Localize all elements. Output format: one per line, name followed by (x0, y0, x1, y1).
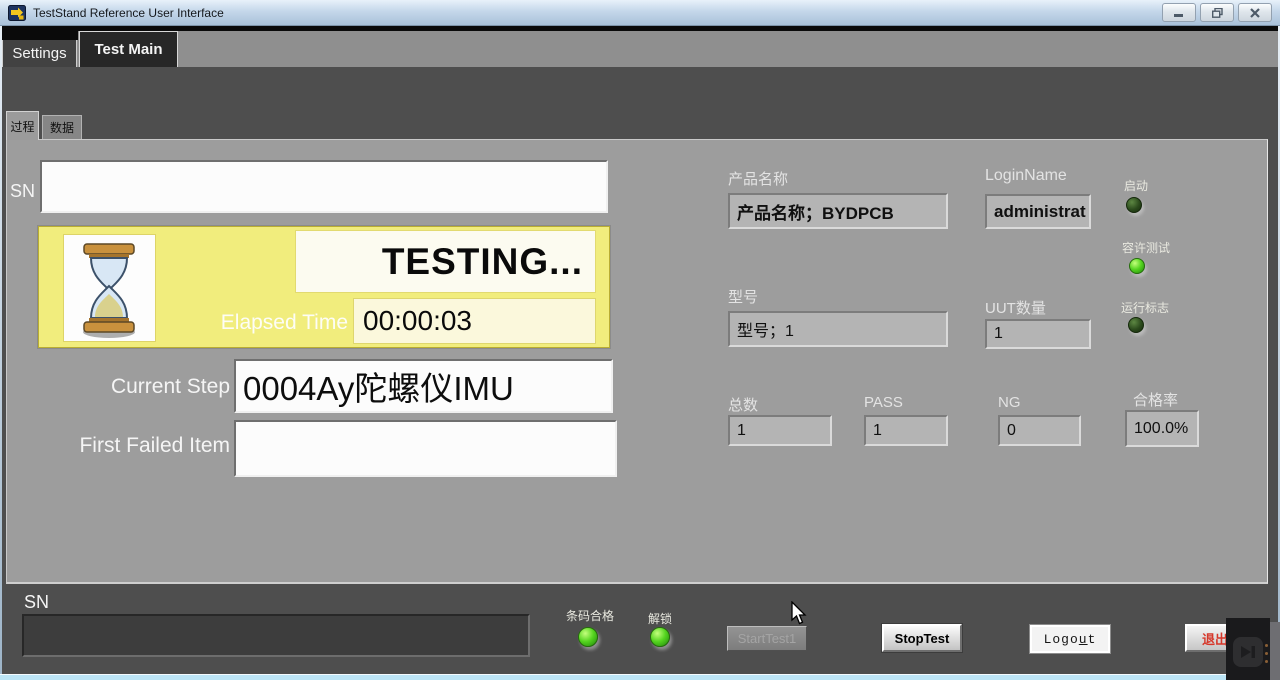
total-value: 1 (737, 422, 746, 440)
barcode-ok-led-label: 条码合格 (566, 607, 614, 624)
logout-button[interactable]: Logout (1029, 624, 1111, 654)
close-button[interactable] (1238, 3, 1272, 22)
restore-button[interactable] (1200, 3, 1234, 22)
overflow-dot (1265, 644, 1268, 647)
overflow-dot (1265, 652, 1268, 655)
testing-status-text: TESTING... (382, 241, 583, 283)
pass-value-box: 1 (864, 415, 948, 446)
total-label: 总数 (728, 394, 758, 415)
uut-count-value-box: 1 (985, 319, 1091, 349)
model-label: 型号 (728, 286, 758, 307)
current-step-value-box: 0004Ay陀螺仪IMU (234, 359, 613, 413)
restore-icon (1212, 8, 1223, 18)
tab-test-main-label: Test Main (94, 41, 162, 58)
close-icon (1250, 8, 1260, 18)
unlock-led-label: 解锁 (648, 610, 672, 627)
login-name-value-box: administrat (985, 194, 1091, 229)
allow-test-led-label: 容许测试 (1122, 239, 1170, 256)
pass-label: PASS (864, 394, 903, 411)
model-value: 型号；1 (737, 317, 794, 341)
product-name-label: 产品名称 (728, 168, 788, 189)
window-left-border (0, 26, 2, 674)
tab-settings[interactable]: Settings (2, 39, 77, 67)
mouse-cursor (791, 601, 808, 626)
recorder-overlay[interactable] (1226, 618, 1270, 680)
elapsed-time-value: 00:00:03 (363, 305, 472, 337)
first-failed-item-label: First Failed Item (48, 434, 230, 458)
window-controls (1162, 3, 1272, 22)
ng-label: NG (998, 394, 1021, 411)
window-title: TestStand Reference User Interface (33, 6, 224, 20)
product-name-value: 产品名称；BYDPCB (737, 199, 894, 224)
window-bottom-border (0, 674, 1280, 680)
recorder-side-strip (1270, 622, 1280, 680)
hourglass-box (63, 234, 156, 342)
start-test-button-label: StartTest1 (738, 631, 797, 646)
overflow-dot (1265, 660, 1268, 663)
product-name-value-box: 产品名称；BYDPCB (728, 193, 948, 229)
ng-value: 0 (1007, 422, 1016, 440)
tab-test-main[interactable]: Test Main (79, 31, 178, 67)
stop-test-button[interactable]: StopTest (882, 624, 962, 652)
elapsed-time-label: Elapsed Time (188, 300, 348, 346)
login-name-value: administrat (994, 202, 1086, 222)
uut-count-value: 1 (994, 325, 1003, 343)
start-led (1126, 197, 1142, 213)
pass-rate-label: 合格率 (1133, 389, 1178, 410)
tab-settings-label: Settings (12, 45, 66, 62)
minimize-icon (1174, 8, 1184, 17)
stop-test-button-label: StopTest (895, 631, 950, 646)
allow-test-led (1129, 258, 1145, 274)
pass-rate-value: 100.0% (1134, 420, 1188, 438)
footer-sn-input[interactable] (22, 614, 530, 657)
logout-button-label: Logout (1044, 632, 1097, 647)
exit-button-label: 退出 (1202, 629, 1228, 648)
sn-label: SN (10, 181, 35, 202)
current-step-value: 0004Ay陀螺仪IMU (243, 362, 514, 410)
login-name-label: LoginName (985, 167, 1067, 185)
teststand-app-icon (8, 4, 26, 22)
testing-banner: TESTING... Elapsed Time 00:00:03 (38, 226, 610, 348)
run-flag-led-label: 运行标志 (1121, 299, 1169, 316)
total-value-box: 1 (728, 415, 832, 446)
teststand-window: TestStand Reference User Interface (0, 0, 1280, 680)
tab-strip: Settings Test Main (2, 31, 1278, 67)
sn-input[interactable] (40, 160, 608, 213)
testing-status-box: TESTING... (295, 230, 596, 293)
ng-value-box: 0 (998, 415, 1081, 446)
uut-count-label: UUT数量 (985, 297, 1046, 318)
play-skip-icon (1240, 645, 1256, 659)
minimize-button[interactable] (1162, 3, 1196, 22)
footer-sn-label: SN (24, 592, 49, 613)
subtab-process[interactable]: 过程 (6, 111, 39, 140)
current-step-label: Current Step (60, 375, 230, 399)
barcode-ok-led (578, 627, 598, 647)
unlock-led (650, 627, 670, 647)
model-value-box: 型号；1 (728, 311, 948, 347)
tabstrip-left-gap (0, 31, 78, 40)
run-flag-led (1128, 317, 1144, 333)
hourglass-icon (64, 235, 155, 341)
pass-rate-value-box: 100.0% (1125, 410, 1199, 447)
subtab-data[interactable]: 数据 (42, 115, 82, 139)
start-test-button[interactable]: StartTest1 (727, 626, 807, 651)
elapsed-time-value-box: 00:00:03 (353, 298, 596, 344)
subtab-process-label: 过程 (10, 118, 34, 135)
title-bar: TestStand Reference User Interface (0, 0, 1280, 26)
subtab-data-label: 数据 (50, 119, 74, 136)
recorder-icon[interactable] (1233, 637, 1263, 667)
pass-value: 1 (873, 422, 882, 440)
first-failed-item-value-box (234, 420, 617, 477)
start-led-label: 启动 (1124, 177, 1148, 194)
